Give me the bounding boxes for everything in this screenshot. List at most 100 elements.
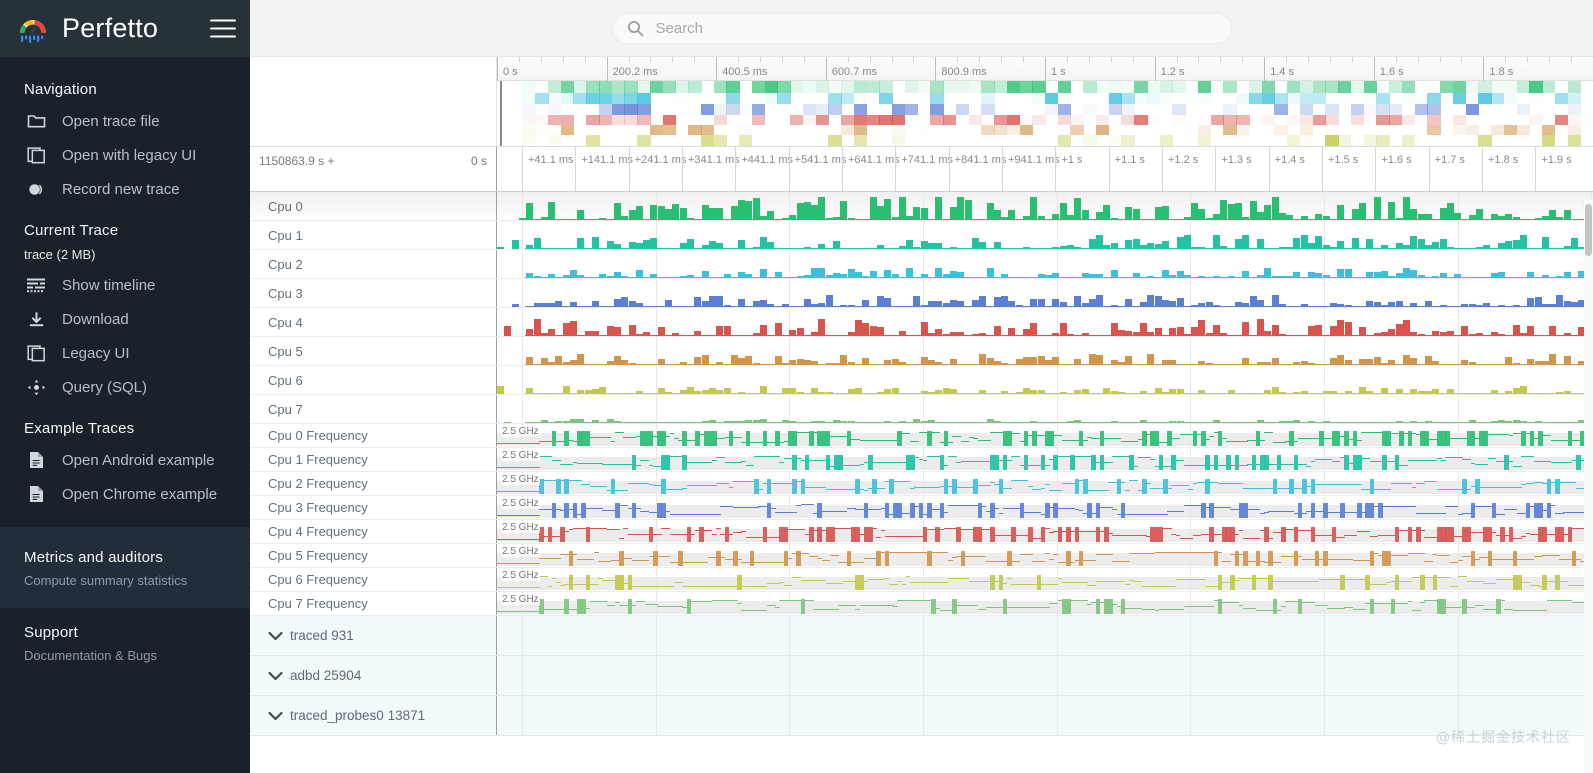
search-input[interactable] [655, 19, 1217, 37]
cpu-frequency-track[interactable]: Cpu 6 Frequency 2.5 GHz [250, 568, 1593, 592]
track-canvas[interactable] [497, 279, 1593, 307]
overview-canvas[interactable]: 0 s 200.2 ms 400.5 ms 600.7 ms 800.9 ms 1 s 1.… [497, 57, 1593, 146]
track-canvas[interactable] [497, 337, 1593, 365]
sidebar-item-open-android-example[interactable]: Open Android example [0, 443, 250, 477]
sidebar-item-legacy-ui[interactable]: Legacy UI [0, 336, 250, 370]
cpu-track[interactable]: Cpu 1 [250, 221, 1593, 250]
cpu-frequency-track[interactable]: Cpu 0 Frequency 2.5 GHz [250, 424, 1593, 448]
process-group-canvas[interactable] [497, 656, 1593, 695]
track-canvas[interactable] [497, 308, 1593, 336]
scrollbar-thumb[interactable] [1585, 204, 1592, 256]
vertical-scrollbar[interactable] [1584, 200, 1593, 773]
cpu-usage-bar [1337, 319, 1345, 336]
cpu-track[interactable]: Cpu 2 [250, 250, 1593, 279]
cpu-usage-bar [1213, 420, 1221, 423]
cpu-usage-bar [1176, 237, 1184, 249]
track-canvas[interactable]: 2.5 GHz [497, 568, 1593, 591]
process-group-canvas[interactable] [497, 616, 1593, 655]
search-box[interactable] [611, 12, 1232, 44]
cpu-frequency-track[interactable]: Cpu 3 Frequency 2.5 GHz [250, 496, 1593, 520]
sidebar-item-record-new-trace[interactable]: Record new trace [0, 172, 250, 206]
track-shelf[interactable]: Cpu 0 Frequency [250, 424, 497, 447]
track-shelf[interactable]: Cpu 5 [250, 337, 497, 365]
track-shelf[interactable]: Cpu 5 Frequency [250, 544, 497, 567]
overview-heat-cell [1427, 93, 1441, 104]
track-canvas[interactable]: 2.5 GHz [497, 448, 1593, 471]
track-shelf[interactable]: Cpu 0 [250, 192, 497, 220]
sidebar-item-open-with-legacy-ui[interactable]: Open with legacy UI [0, 138, 250, 172]
track-shelf[interactable]: Cpu 2 Frequency [250, 472, 497, 495]
process-group-row[interactable]: adbd 25904 [250, 656, 1593, 696]
overview-heat-cell [637, 81, 651, 93]
cpu-usage-bar [1132, 273, 1140, 278]
track-canvas[interactable] [497, 221, 1593, 249]
track-canvas[interactable]: 2.5 GHz [497, 424, 1593, 447]
process-group-shelf[interactable]: traced_probes0 13871 [250, 696, 497, 735]
chevron-down-icon[interactable] [264, 711, 286, 721]
chevron-down-icon[interactable] [264, 671, 286, 681]
cpu-track[interactable]: Cpu 4 [250, 308, 1593, 337]
track-shelf[interactable]: Cpu 3 [250, 279, 497, 307]
overview-heat-cell [1452, 93, 1467, 104]
sidebar-item-query-sql[interactable]: Query (SQL) [0, 370, 250, 404]
overview-heat-cell [1542, 135, 1556, 146]
overview-brush-handle[interactable] [500, 81, 502, 146]
process-group-canvas[interactable] [497, 696, 1593, 735]
grid-line [655, 656, 657, 695]
cpu-track[interactable]: Cpu 5 [250, 337, 1593, 366]
cpu-usage-bar [1234, 393, 1242, 394]
overview-heat-cell [522, 93, 536, 104]
track-shelf[interactable]: Cpu 4 Frequency [250, 520, 497, 543]
tracks-panel[interactable]: Cpu 0 Cpu 1 Cpu 2 Cpu 3 Cpu 4 Cpu 5 Cpu 6 Cpu 7… [250, 192, 1593, 773]
process-group-row[interactable]: traced 931 [250, 616, 1593, 656]
track-shelf[interactable]: Cpu 6 [250, 366, 497, 394]
track-shelf[interactable]: Cpu 4 [250, 308, 497, 336]
sidebar-item-open-trace-file[interactable]: Open trace file [0, 104, 250, 138]
track-shelf[interactable]: Cpu 2 [250, 250, 497, 278]
track-canvas[interactable]: 2.5 GHz [497, 496, 1593, 519]
overview-heat-cell [1095, 115, 1110, 125]
cpu-frequency-track[interactable]: Cpu 5 Frequency 2.5 GHz [250, 544, 1593, 568]
cpu-track[interactable]: Cpu 0 [250, 192, 1593, 221]
chevron-down-icon[interactable] [264, 631, 286, 641]
track-canvas[interactable] [497, 395, 1593, 423]
cpu-frequency-track[interactable]: Cpu 4 Frequency 2.5 GHz [250, 520, 1593, 544]
cpu-usage-bar [606, 419, 614, 423]
track-shelf[interactable]: Cpu 1 [250, 221, 497, 249]
track-canvas[interactable]: 2.5 GHz [497, 592, 1593, 615]
track-canvas[interactable]: 2.5 GHz [497, 472, 1593, 495]
process-group-shelf[interactable]: traced 931 [250, 616, 497, 655]
track-canvas[interactable] [497, 250, 1593, 278]
cpu-usage-bar [876, 244, 884, 249]
cpu-usage-bar [1198, 361, 1206, 365]
track-canvas[interactable]: 2.5 GHz [497, 544, 1593, 567]
cpu-track[interactable]: Cpu 3 [250, 279, 1593, 308]
track-shelf[interactable]: Cpu 7 Frequency [250, 592, 497, 615]
cpu-frequency-track[interactable]: Cpu 7 Frequency 2.5 GHz [250, 592, 1593, 616]
track-shelf[interactable]: Cpu 3 Frequency [250, 496, 497, 519]
cpu-frequency-track[interactable]: Cpu 2 Frequency 2.5 GHz [250, 472, 1593, 496]
sidebar-item-open-chrome-example[interactable]: Open Chrome example [0, 477, 250, 511]
track-canvas[interactable] [497, 366, 1593, 394]
process-group-shelf[interactable]: adbd 25904 [250, 656, 497, 695]
overview-heat-cell [535, 125, 548, 135]
track-shelf[interactable]: Cpu 6 Frequency [250, 568, 497, 591]
cpu-usage-bar [920, 240, 928, 249]
sidebar-item-download[interactable]: Download [0, 302, 250, 336]
overview-heat-cell [649, 125, 664, 135]
track-shelf[interactable]: Cpu 7 [250, 395, 497, 423]
sidebar-item-show-timeline[interactable]: Show timeline [0, 268, 250, 302]
track-canvas[interactable] [497, 192, 1593, 220]
overview-minimap[interactable]: 0 s 200.2 ms 400.5 ms 600.7 ms 800.9 ms 1 s 1.… [250, 57, 1593, 147]
track-shelf[interactable]: Cpu 1 Frequency [250, 448, 497, 471]
cpu-usage-bar [708, 420, 716, 423]
cpu-frequency-track[interactable]: Cpu 1 Frequency 2.5 GHz [250, 448, 1593, 472]
process-group-row[interactable]: traced_probes0 13871 [250, 696, 1593, 736]
hamburger-menu-icon[interactable] [210, 19, 236, 38]
overview-heat-cell [1376, 125, 1389, 135]
cpu-usage-bar [1001, 391, 1009, 394]
cpu-track[interactable]: Cpu 6 [250, 366, 1593, 395]
track-canvas[interactable]: 2.5 GHz [497, 520, 1593, 543]
cpu-track[interactable]: Cpu 7 [250, 395, 1593, 424]
sidebar-section-metrics[interactable]: Metrics and auditors Compute summary sta… [0, 527, 250, 608]
